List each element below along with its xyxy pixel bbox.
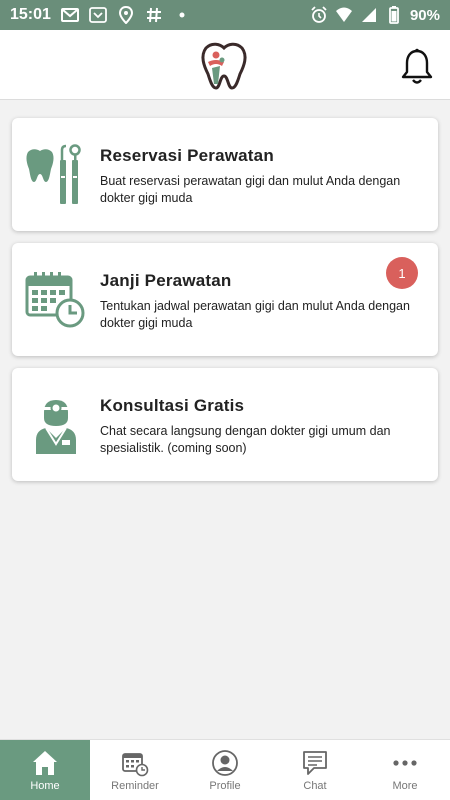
- profile-icon: [212, 749, 238, 776]
- card-title: Reservasi Perawatan: [100, 146, 274, 165]
- nav-label: Profile: [209, 779, 241, 792]
- dentist-icon: [36, 400, 76, 454]
- gmail-icon: [60, 8, 79, 22]
- app-header: [0, 30, 450, 100]
- bell-icon[interactable]: [399, 48, 435, 86]
- nav-label: More: [392, 779, 418, 792]
- bottom-nav: Home Reminder Profile Chat More: [0, 739, 450, 800]
- card-title: Janji Perawatan: [100, 271, 232, 290]
- calendar-clock-icon: [25, 272, 85, 328]
- nav-label: Home: [30, 779, 60, 792]
- dot-icon: [179, 12, 185, 18]
- wifi-icon: [335, 7, 352, 22]
- battery-icon: [389, 6, 399, 24]
- card-reservasi-perawatan[interactable]: Reservasi Perawatan Buat reservasi peraw…: [12, 118, 438, 231]
- card-description: Tentukan jadwal perawatan gigi dan mulut…: [100, 299, 410, 330]
- app-notification-icon: [89, 7, 107, 23]
- tooth-logo-icon: [201, 42, 247, 90]
- system-icons: 90%: [310, 6, 440, 24]
- nav-reminder[interactable]: Reminder: [90, 740, 180, 800]
- battery-percent: 90%: [409, 6, 440, 24]
- nav-more[interactable]: More: [360, 740, 450, 800]
- nav-label: Chat: [303, 779, 327, 792]
- card-description: Buat reservasi perawatan gigi dan mulut …: [100, 174, 401, 205]
- notification-icons: [60, 6, 191, 24]
- alarm-icon: [311, 6, 327, 23]
- status-time: 15:01: [10, 6, 51, 23]
- nav-label: Reminder: [111, 779, 159, 792]
- card-description: Chat secara langsung dengan dokter gigi …: [100, 424, 391, 455]
- card-konsultasi-gratis[interactable]: Konsultasi Gratis Chat secara langsung d…: [12, 368, 438, 481]
- nav-chat[interactable]: Chat: [270, 740, 360, 800]
- nav-profile[interactable]: Profile: [180, 740, 270, 800]
- chat-icon: [303, 750, 327, 775]
- more-icon: [393, 759, 417, 766]
- signal-icon: [361, 8, 376, 22]
- dental-tools-icon: [26, 144, 81, 204]
- hashtag-icon: [146, 7, 161, 23]
- home-icon: [33, 750, 57, 775]
- card-janji-perawatan[interactable]: Janji Perawatan Tentukan jadwal perawata…: [12, 243, 438, 356]
- nav-home[interactable]: Home: [0, 740, 90, 800]
- card-title: Konsultasi Gratis: [100, 396, 245, 415]
- status-bar: 15:01 90%: [0, 0, 450, 30]
- location-icon: [118, 6, 133, 24]
- calendar-icon: [122, 752, 149, 776]
- notification-badge: 1: [386, 257, 418, 289]
